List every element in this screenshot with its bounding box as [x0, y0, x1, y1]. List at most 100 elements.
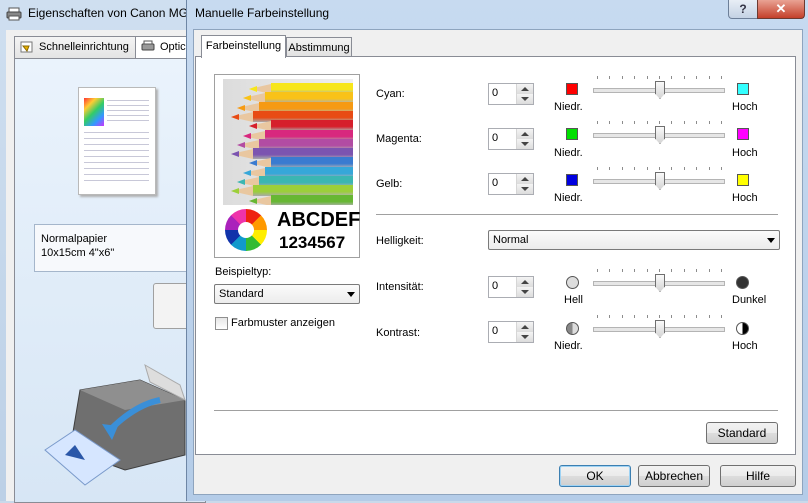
light-circle-icon [566, 276, 579, 289]
titlebar-help-button[interactable]: ? [728, 0, 758, 19]
magenta-low-label: Niedr. [554, 147, 583, 159]
tab-abstimmung[interactable]: Abstimmung [286, 37, 352, 58]
pencil [223, 194, 353, 205]
slider-tick [609, 167, 611, 170]
page-preview-thumbnail [78, 87, 156, 195]
intensity-high-label: Dunkel [732, 294, 767, 306]
media-size-text: 10x15cm 4"x6" [41, 247, 115, 259]
slider-tick [621, 76, 623, 79]
chevron-down-icon [767, 238, 775, 243]
slider-tick [683, 76, 685, 79]
sample-type-select[interactable]: Standard [214, 284, 360, 304]
slider-tick [708, 167, 710, 170]
sample-type-value: Standard [219, 288, 264, 300]
spin-down-icon[interactable] [517, 184, 533, 194]
slider-tick [659, 269, 660, 272]
slider-tick [696, 121, 698, 124]
yellow-low-label: Niedr. [554, 192, 583, 204]
slider-tick [659, 121, 660, 124]
brightness-select[interactable]: Normal [488, 230, 780, 250]
color-pattern-label: Farbmuster anzeigen [231, 317, 335, 329]
cyan-spinbox[interactable]: 0 [488, 83, 534, 105]
pencil-lead [243, 95, 251, 102]
slider-tick [646, 315, 648, 318]
slider-thumb[interactable] [655, 320, 665, 338]
cyan-value: 0 [492, 87, 499, 99]
spin-down-icon[interactable] [517, 94, 533, 104]
slider-tick [721, 167, 722, 170]
pencil-lead [243, 132, 251, 139]
slider-tick [671, 315, 673, 318]
slider-thumb[interactable] [655, 274, 665, 292]
slider-tick [634, 167, 636, 170]
help-button[interactable]: Hilfe [720, 465, 796, 487]
yellow-value: 0 [492, 177, 499, 189]
blue-swatch-icon [566, 174, 578, 186]
slider-tick [609, 269, 611, 272]
tab-schnelleinrichtung[interactable]: Schnelleinrichtung [14, 36, 138, 59]
spin-down-icon[interactable] [517, 332, 533, 342]
slider-tick [708, 121, 710, 124]
contrast-value: 0 [492, 325, 499, 337]
magenta-label: Magenta: [376, 133, 422, 145]
slider-tick [597, 269, 598, 272]
cyan-label: Cyan: [376, 88, 405, 100]
magenta-swatch-icon [737, 128, 749, 140]
slider-tick [696, 315, 698, 318]
slider-tick [621, 167, 623, 170]
tab-label: Optic [160, 41, 186, 53]
intensity-low-label: Hell [564, 294, 583, 306]
slider-tick [646, 121, 648, 124]
cyan-slider[interactable] [593, 73, 725, 103]
color-pattern-checkbox[interactable] [215, 317, 228, 330]
slider-tick [634, 315, 636, 318]
slider-tick [597, 121, 598, 124]
slider-thumb[interactable] [655, 81, 665, 99]
tab-label: Schnelleinrichtung [39, 41, 129, 53]
slider-tick [696, 76, 698, 79]
slider-tick [646, 76, 648, 79]
contrast-spinbox[interactable]: 0 [488, 321, 534, 343]
pencils-image [223, 79, 353, 205]
pencil-lead [249, 123, 257, 130]
slider-tick [671, 167, 673, 170]
slider-tick [609, 76, 611, 79]
pencil-lead [237, 141, 245, 148]
intensity-slider[interactable] [593, 266, 725, 296]
printer-illustration-icon [44, 363, 186, 486]
yellow-swatch-icon [737, 174, 749, 186]
magenta-value: 0 [492, 132, 499, 144]
yellow-spinbox[interactable]: 0 [488, 173, 534, 195]
slider-tick [683, 315, 685, 318]
slider-thumb[interactable] [655, 126, 665, 144]
pencil-lead [237, 104, 245, 111]
slider-tick [721, 76, 722, 79]
slider-tick [634, 121, 636, 124]
pencil-lead [231, 188, 239, 195]
slider-thumb[interactable] [655, 172, 665, 190]
spin-down-icon[interactable] [517, 139, 533, 149]
contrast-label: Kontrast: [376, 327, 421, 339]
yellow-slider[interactable] [593, 164, 725, 194]
slider-tick [696, 167, 698, 170]
tab-farbeinstellung[interactable]: Farbeinstellung [201, 35, 286, 58]
magenta-slider[interactable] [593, 118, 725, 148]
standard-button[interactable]: Standard [706, 422, 778, 444]
contrast-slider[interactable] [593, 312, 725, 342]
intensity-spinbox[interactable]: 0 [488, 276, 534, 298]
slider-tick [597, 76, 598, 79]
cancel-button[interactable]: Abbrechen [638, 465, 710, 487]
quick-setup-icon [20, 41, 33, 53]
background-window-title: Eigenschaften von Canon MG [28, 6, 189, 20]
ok-button[interactable]: OK [559, 465, 631, 487]
sample-preview: ABCDEF 1234567 [214, 74, 360, 258]
titlebar-close-button[interactable]: ✕ [757, 0, 805, 19]
intensity-label: Intensität: [376, 281, 424, 293]
slider-tick [609, 315, 611, 318]
spin-down-icon[interactable] [517, 287, 533, 297]
magenta-spinbox[interactable]: 0 [488, 128, 534, 150]
preview-logo-numbers: 1234567 [279, 233, 346, 252]
slider-tick [621, 315, 623, 318]
bottom-separator [214, 410, 778, 412]
dialog-title: Manuelle Farbeinstellung [195, 6, 330, 20]
